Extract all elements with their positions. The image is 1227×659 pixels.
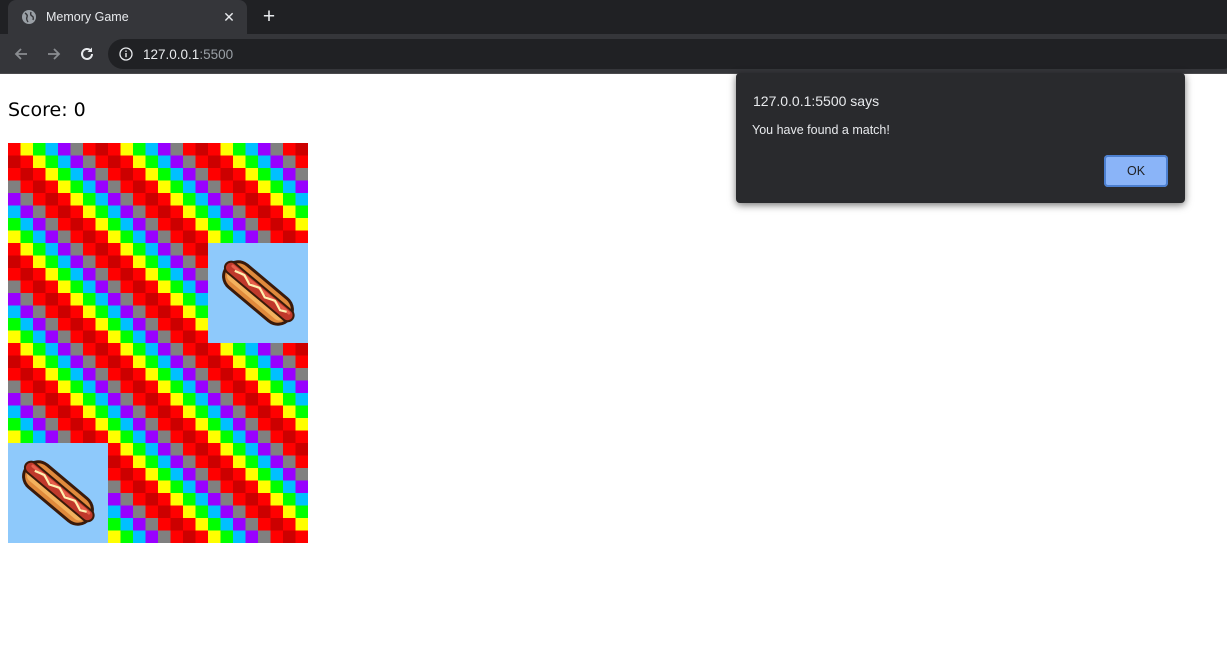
card-face-down[interactable] xyxy=(108,443,208,543)
url-port: :5500 xyxy=(199,46,234,62)
browser-toolbar: 127.0.0.1:5500 xyxy=(0,34,1227,74)
hotdog-icon xyxy=(22,460,95,526)
score-label: Score: 0 xyxy=(8,99,86,121)
card-back-pattern xyxy=(8,143,108,243)
card-face-down[interactable] xyxy=(108,143,208,243)
card-back-pattern xyxy=(108,143,208,243)
globe-icon xyxy=(21,9,37,25)
card-back-pattern xyxy=(108,343,208,443)
tab-title: Memory Game xyxy=(46,10,129,24)
address-bar[interactable]: 127.0.0.1:5500 xyxy=(108,39,1227,69)
card-face-down[interactable] xyxy=(208,343,308,443)
info-icon[interactable] xyxy=(119,47,133,61)
browser-tab[interactable]: Memory Game ✕ xyxy=(8,0,247,34)
url-host: 127.0.0.1 xyxy=(143,46,200,62)
dialog-message: You have found a match! xyxy=(752,123,890,137)
close-icon[interactable]: ✕ xyxy=(221,9,237,26)
card-face-down[interactable] xyxy=(208,443,308,543)
browser-tab-strip: Memory Game ✕ + xyxy=(0,0,1227,34)
card-back-pattern xyxy=(208,143,308,243)
card-face-up[interactable] xyxy=(8,443,108,543)
game-board xyxy=(8,143,308,543)
ok-button[interactable]: OK xyxy=(1104,155,1168,187)
card-face-down[interactable] xyxy=(8,143,108,243)
card-back-pattern xyxy=(208,343,308,443)
card-face-down[interactable] xyxy=(8,343,108,443)
card-back-pattern xyxy=(108,443,208,543)
card-face-down[interactable] xyxy=(108,343,208,443)
hotdog-icon xyxy=(222,260,295,326)
card-face-down[interactable] xyxy=(108,243,208,343)
card-face-down[interactable] xyxy=(8,243,108,343)
card-back-pattern xyxy=(8,343,108,443)
plus-icon[interactable]: + xyxy=(258,6,280,28)
card-back-pattern xyxy=(208,443,308,543)
forward-arrow-icon[interactable] xyxy=(41,41,67,67)
reload-icon[interactable] xyxy=(74,41,100,67)
dialog-heading: 127.0.0.1:5500 says xyxy=(753,93,880,109)
back-arrow-icon[interactable] xyxy=(8,41,34,67)
card-back-pattern xyxy=(8,243,108,343)
card-face-down[interactable] xyxy=(208,143,308,243)
card-back-pattern xyxy=(108,243,208,343)
alert-dialog: 127.0.0.1:5500 says You have found a mat… xyxy=(736,73,1185,203)
card-face-up[interactable] xyxy=(208,243,308,343)
